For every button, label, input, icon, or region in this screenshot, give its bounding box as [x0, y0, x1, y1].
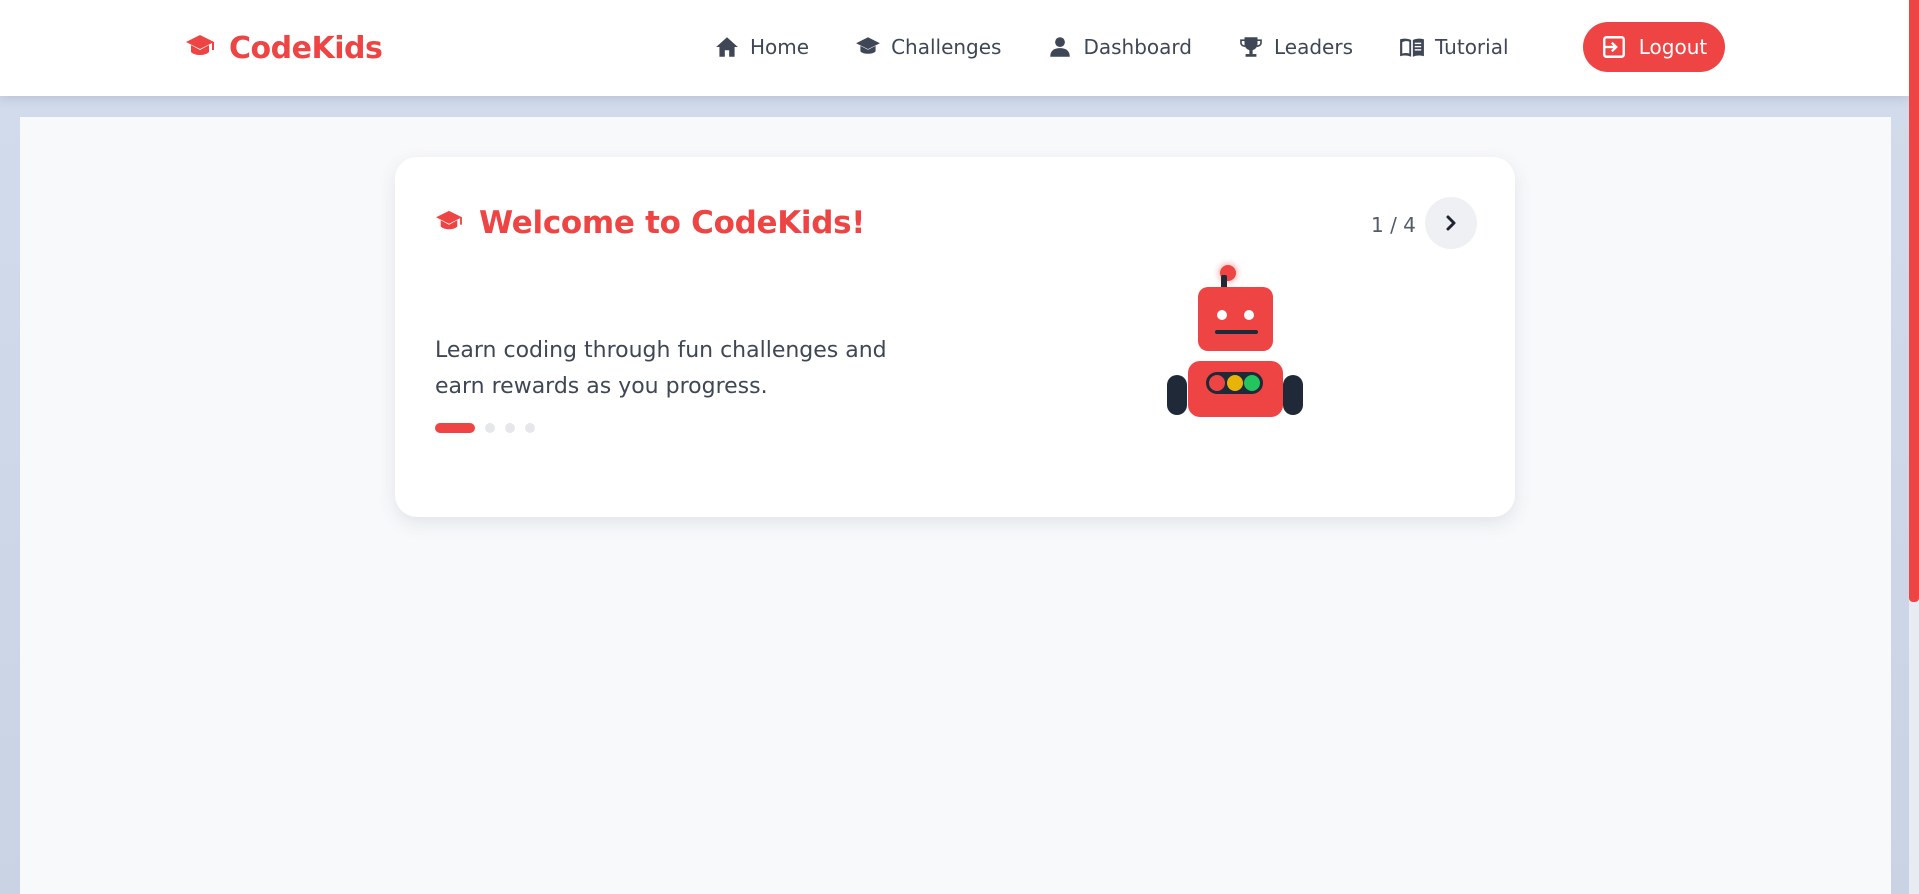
- nav-item-home[interactable]: Home: [700, 22, 823, 72]
- nav-item-label: Dashboard: [1083, 35, 1192, 59]
- graduation-cap-icon: [185, 33, 215, 63]
- scrollbar-thumb[interactable]: [1909, 0, 1919, 602]
- nav-item-leaders[interactable]: Leaders: [1224, 22, 1367, 72]
- nav-item-dashboard[interactable]: Dashboard: [1033, 22, 1206, 72]
- nav-item-label: Tutorial: [1435, 35, 1509, 59]
- nav-item-label: Challenges: [891, 35, 1002, 59]
- nav-item-label: Leaders: [1274, 35, 1353, 59]
- graduation-cap-icon: [856, 37, 880, 54]
- chevron-right-icon: [1446, 215, 1456, 231]
- graduation-cap-icon: [435, 209, 463, 237]
- logout-icon: [1602, 36, 1625, 58]
- slide-indicators: [435, 423, 535, 433]
- brand-name: CodeKids: [229, 30, 383, 66]
- next-slide-button[interactable]: [1425, 197, 1477, 249]
- user-icon: [1050, 37, 1071, 57]
- logout-button[interactable]: Logout: [1583, 22, 1725, 72]
- top-navbar: CodeKids Home Challenges Dashboard Leade…: [0, 0, 1909, 96]
- nav-item-tutorial[interactable]: Tutorial: [1385, 22, 1523, 72]
- welcome-card: Welcome to CodeKids! 1 / 4 Learn coding …: [395, 157, 1515, 517]
- nav-menu: Home Challenges Dashboard Leaders Tutori…: [700, 22, 1523, 72]
- book-icon: [1400, 38, 1424, 57]
- nav-item-label: Home: [750, 35, 810, 59]
- card-title: Welcome to CodeKids!: [435, 205, 865, 241]
- home-icon: [716, 37, 738, 57]
- robot-icon: [1155, 259, 1305, 429]
- slide-dot-4[interactable]: [525, 423, 535, 433]
- nav-item-challenges[interactable]: Challenges: [841, 22, 1015, 72]
- slide-counter: 1 / 4: [1371, 213, 1416, 237]
- slide-dot-3[interactable]: [505, 423, 515, 433]
- card-description: Learn coding through fun challenges and …: [435, 338, 887, 399]
- slide-dot-1[interactable]: [435, 423, 475, 433]
- brand-logo[interactable]: CodeKids: [185, 28, 383, 68]
- trophy-icon: [1240, 37, 1262, 57]
- logout-label: Logout: [1638, 35, 1708, 59]
- slide-dot-2[interactable]: [485, 423, 495, 433]
- card-title-text: Welcome to CodeKids!: [479, 205, 866, 241]
